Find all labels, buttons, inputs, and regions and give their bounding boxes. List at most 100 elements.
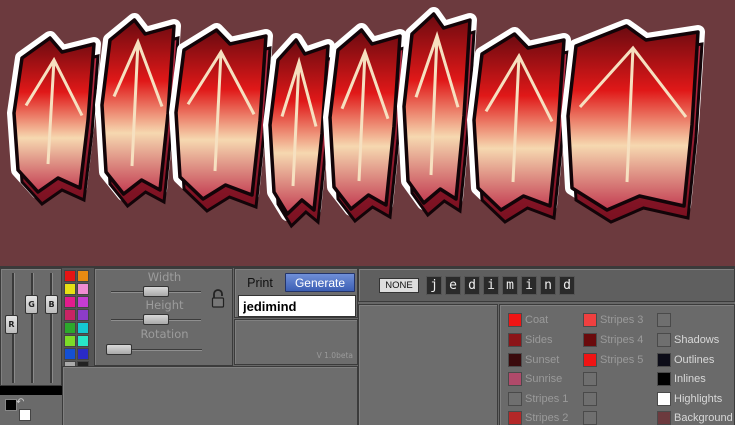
graffiti-letter-5 bbox=[397, 7, 477, 218]
palette-swatch[interactable] bbox=[77, 283, 89, 295]
control-panel: R G B ↶ Width Height Rotation Print Gene… bbox=[0, 266, 735, 425]
palette-swatch[interactable] bbox=[64, 270, 76, 282]
palette-swatch[interactable] bbox=[77, 322, 89, 334]
layer-label: Stripes 2 bbox=[525, 412, 569, 424]
layer-color-chip[interactable] bbox=[657, 411, 671, 425]
layer-item-stripes-2[interactable]: Stripes 2 bbox=[508, 411, 584, 425]
palette-swatch[interactable] bbox=[77, 309, 89, 321]
layer-item-stripes-4[interactable]: Stripes 4 bbox=[583, 333, 659, 347]
layer-item-empty[interactable] bbox=[657, 313, 733, 327]
layer-item-stripes-5[interactable]: Stripes 5 bbox=[583, 353, 659, 367]
layer-color-chip[interactable] bbox=[583, 411, 597, 425]
letter-button-1[interactable]: e bbox=[445, 276, 461, 295]
layer-color-chip[interactable] bbox=[508, 353, 522, 367]
layer-color-chip[interactable] bbox=[583, 392, 597, 406]
layer-label: Sunrise bbox=[525, 373, 563, 385]
layer-color-chip[interactable] bbox=[508, 333, 522, 347]
palette-swatch[interactable] bbox=[77, 270, 89, 282]
palette-swatch[interactable] bbox=[64, 296, 76, 308]
height-slider[interactable] bbox=[143, 314, 169, 325]
background-color[interactable] bbox=[19, 409, 31, 421]
layer-color-panel: Coat Sides Sunset Sunrise Stripes 1 Stripes 2… bbox=[499, 304, 735, 425]
size-controls: Width Height Rotation bbox=[94, 268, 233, 366]
graffiti-letter-3 bbox=[263, 33, 335, 229]
layer-item-shadows[interactable]: Shadows bbox=[657, 333, 733, 347]
generate-button[interactable]: Generate bbox=[285, 273, 355, 292]
r-slider[interactable]: R bbox=[5, 315, 18, 334]
swap-arrow-icon[interactable]: ↶ bbox=[16, 397, 24, 408]
layer-label: Coat bbox=[525, 314, 549, 326]
layer-color-chip[interactable] bbox=[583, 353, 597, 367]
letter-button-4[interactable]: m bbox=[502, 276, 518, 295]
palette-swatch[interactable] bbox=[77, 335, 89, 347]
graffiti-text-input[interactable] bbox=[238, 295, 356, 317]
width-slider[interactable] bbox=[143, 286, 169, 297]
palette-swatch[interactable] bbox=[64, 335, 76, 347]
layer-item-sunset[interactable]: Sunset bbox=[508, 353, 584, 367]
layer-color-chip[interactable] bbox=[508, 411, 522, 425]
layer-label: Stripes 3 bbox=[600, 314, 644, 326]
letter-selector: NONE jedimind bbox=[358, 268, 735, 302]
layer-color-chip[interactable] bbox=[657, 372, 671, 386]
letter-button-3[interactable]: i bbox=[483, 276, 499, 295]
layer-item-empty[interactable] bbox=[583, 372, 659, 386]
layer-color-chip[interactable] bbox=[508, 392, 522, 406]
layer-item-stripes-3[interactable]: Stripes 3 bbox=[583, 313, 659, 327]
graffiti-letter-7 bbox=[561, 19, 705, 224]
layer-item-stripes-1[interactable]: Stripes 1 bbox=[508, 392, 584, 406]
layer-color-chip[interactable] bbox=[583, 333, 597, 347]
g-slider[interactable]: G bbox=[25, 295, 38, 314]
layer-item-sides[interactable]: Sides bbox=[508, 333, 584, 347]
graffiti-letter-0 bbox=[7, 31, 101, 206]
palette-swatch[interactable] bbox=[64, 283, 76, 295]
layer-label: Inlines bbox=[674, 373, 706, 385]
print-button[interactable]: Print bbox=[238, 274, 282, 292]
current-color-bar bbox=[0, 386, 62, 395]
letter-button-0[interactable]: j bbox=[426, 276, 442, 295]
layer-item-coat[interactable]: Coat bbox=[508, 313, 584, 327]
mid-panel bbox=[358, 304, 498, 425]
palette-swatch[interactable] bbox=[77, 296, 89, 308]
b-track bbox=[50, 273, 53, 383]
layer-item-outlines[interactable]: Outlines bbox=[657, 353, 733, 367]
palette-swatch[interactable] bbox=[64, 348, 76, 360]
b-slider[interactable]: B bbox=[45, 295, 58, 314]
palette-swatch[interactable] bbox=[64, 322, 76, 334]
graffiti-letter-4 bbox=[323, 23, 407, 224]
layer-label: Stripes 1 bbox=[525, 393, 569, 405]
graffiti-letter-6 bbox=[467, 27, 571, 224]
letter-button-6[interactable]: n bbox=[540, 276, 556, 295]
layer-label: Sunset bbox=[525, 354, 560, 366]
layer-item-inlines[interactable]: Inlines bbox=[657, 372, 733, 386]
layer-item-background[interactable]: Background bbox=[657, 411, 733, 425]
graffiti-letter-1 bbox=[95, 13, 181, 209]
layer-label: Highlights bbox=[674, 393, 723, 405]
layer-color-chip[interactable] bbox=[657, 313, 671, 327]
layer-color-chip[interactable] bbox=[657, 353, 671, 367]
graffiti-canvas bbox=[0, 0, 735, 266]
graffiti-artwork bbox=[7, 7, 705, 229]
letter-button-2[interactable]: d bbox=[464, 276, 480, 295]
letter-button-5[interactable]: i bbox=[521, 276, 537, 295]
palette-swatch[interactable] bbox=[77, 348, 89, 360]
rotation-slider[interactable] bbox=[106, 344, 132, 355]
layer-label: Stripes 4 bbox=[600, 334, 644, 346]
none-button[interactable]: NONE bbox=[379, 278, 419, 293]
layer-item-empty[interactable] bbox=[583, 392, 659, 406]
layer-color-chip[interactable] bbox=[657, 333, 671, 347]
width-label: Width bbox=[147, 270, 182, 284]
letter-button-7[interactable]: d bbox=[559, 276, 575, 295]
layer-item-sunrise[interactable]: Sunrise bbox=[508, 372, 584, 386]
layer-color-chip[interactable] bbox=[583, 372, 597, 386]
palette-swatch[interactable] bbox=[64, 309, 76, 321]
layer-label: Outlines bbox=[674, 354, 715, 366]
layer-color-chip[interactable] bbox=[508, 313, 522, 327]
layer-item-empty[interactable] bbox=[583, 411, 659, 425]
color-palette bbox=[62, 268, 94, 373]
layer-color-chip[interactable] bbox=[508, 372, 522, 386]
version-label: V 1.0beta bbox=[316, 351, 353, 360]
layer-color-chip[interactable] bbox=[583, 313, 597, 327]
layer-color-chip[interactable] bbox=[657, 392, 671, 406]
layer-item-highlights[interactable]: Highlights bbox=[657, 392, 733, 406]
aspect-lock-icon[interactable] bbox=[211, 289, 225, 309]
